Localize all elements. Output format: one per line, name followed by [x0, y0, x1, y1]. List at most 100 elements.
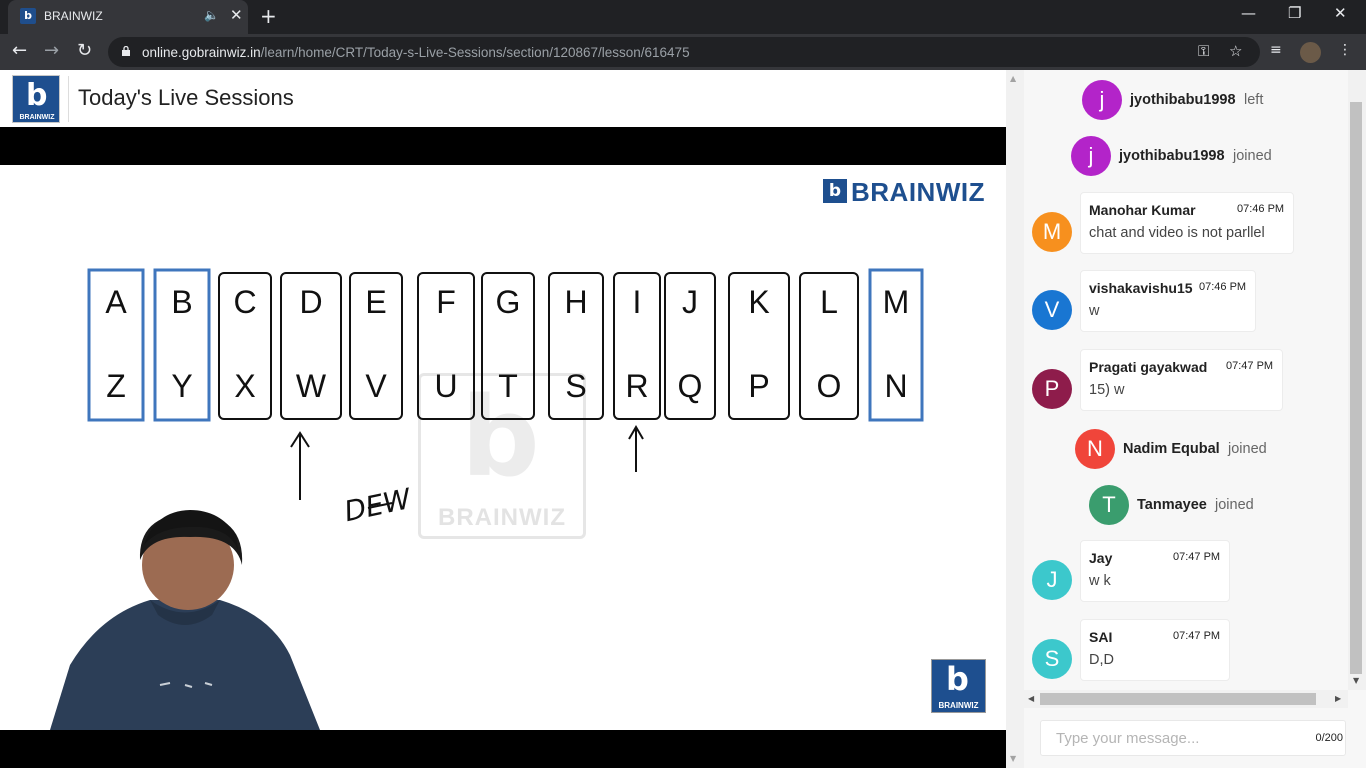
system-event-name: jyothibabu1998	[1130, 92, 1236, 108]
corner-logo-text: BRAINWIZ	[938, 701, 979, 710]
playlist-icon[interactable]: ≡	[1270, 42, 1282, 58]
letter-bottom: Y	[171, 368, 192, 404]
letter-bottom: N	[884, 368, 907, 404]
user-avatar[interactable]: j	[1071, 136, 1111, 176]
corner-logo-letter: b	[946, 660, 969, 698]
letter-top: A	[105, 284, 127, 320]
chat-message-bubble: vishakavishu15 07:46 PM w	[1080, 270, 1256, 332]
scroll-down-icon[interactable]: ▼	[1010, 754, 1016, 763]
arrow-under-i	[628, 425, 644, 472]
page-title: Today's Live Sessions	[78, 85, 294, 110]
chat-hscroll-thumb[interactable]	[1040, 693, 1316, 705]
window-close-icon[interactable]: ✕	[1334, 4, 1347, 22]
letter-bottom: S	[565, 368, 586, 404]
message-author: SAI	[1089, 629, 1113, 645]
profile-avatar[interactable]	[1300, 42, 1321, 63]
letter-bottom: U	[434, 368, 457, 404]
user-avatar[interactable]: M	[1032, 212, 1072, 252]
url-text[interactable]: online.gobrainwiz.in/learn/home/CRT/Toda…	[142, 45, 690, 60]
whiteboard: b BRAINWIZ b BRAINWIZ A Z B Y C X D W E V F U G T H S I R…	[0, 165, 1006, 730]
logo-text: BRAINWIZ	[19, 114, 55, 121]
system-event-name: Nadim Equbal	[1123, 441, 1220, 457]
user-avatar[interactable]: S	[1032, 639, 1072, 679]
browser-tab[interactable]: b BRAINWIZ 🔈 ✕	[8, 0, 248, 34]
brainwiz-favicon-icon: b	[20, 8, 36, 24]
letter-top: M	[883, 284, 910, 320]
user-avatar[interactable]: P	[1032, 369, 1072, 409]
close-tab-icon[interactable]: ✕	[230, 6, 243, 24]
chat-vertical-scrollbar[interactable]: ▼	[1348, 70, 1366, 690]
letter-bottom: X	[234, 368, 255, 404]
chat-message-bubble: Manohar Kumar 07:46 PM chat and video is n…	[1080, 192, 1294, 254]
letter-top: B	[171, 284, 192, 320]
scroll-right-icon[interactable]: ▶	[1335, 694, 1341, 703]
browser-titlebar: b BRAINWIZ 🔈 ✕ + — ❐ ✕	[0, 0, 1366, 34]
system-event-status: joined	[1233, 148, 1272, 164]
letter-top: I	[633, 284, 642, 320]
message-text: w	[1089, 303, 1100, 319]
letter-top: E	[365, 284, 386, 320]
star-icon[interactable]: ☆	[1229, 42, 1242, 60]
message-time: 07:46 PM	[1199, 281, 1247, 293]
back-arrow-icon[interactable]: ←	[12, 40, 27, 61]
message-time: 07:47 PM	[1173, 630, 1221, 642]
page-header: b BRAINWIZ Today's Live Sessions	[0, 70, 1006, 127]
chat-scroll-down-icon[interactable]: ▼	[1353, 676, 1359, 685]
address-bar[interactable]: online.gobrainwiz.in/learn/home/CRT/Toda…	[108, 37, 1260, 67]
chat-scroll-thumb[interactable]	[1350, 102, 1362, 674]
message-time: 07:47 PM	[1173, 551, 1221, 563]
header-divider	[68, 76, 69, 122]
chat-message-bubble: SAI 07:47 PM D,D	[1080, 619, 1230, 681]
letter-top: L	[820, 284, 838, 320]
logo-letter: b	[26, 78, 48, 113]
arrow-under-d	[290, 431, 310, 500]
corner-logo: b BRAINWIZ	[931, 659, 986, 713]
letter-bottom: V	[365, 368, 387, 404]
restore-icon[interactable]: ❐	[1288, 4, 1301, 22]
lock-icon	[122, 46, 130, 56]
chat-panel: j jyothibabu1998 left j jyothibabu1998 joined…	[1024, 70, 1366, 768]
more-vert-icon[interactable]: ⋮	[1338, 42, 1352, 58]
letter-bottom: W	[296, 368, 327, 404]
user-avatar[interactable]: V	[1032, 290, 1072, 330]
message-author: vishakavishu15	[1089, 280, 1193, 296]
page: b BRAINWIZ Today's Live Sessions b BRAIN…	[0, 70, 1366, 768]
system-event-status: joined	[1215, 497, 1254, 513]
letter-top: H	[564, 284, 587, 320]
new-tab-icon[interactable]: +	[260, 4, 277, 28]
scroll-up-icon[interactable]: ▲	[1010, 74, 1016, 83]
message-text: 15) w	[1089, 382, 1125, 398]
letter-bottom: P	[748, 368, 769, 404]
message-composer: 0/200	[1040, 720, 1346, 756]
url-path: /learn/home/CRT/Today-s-Live-Sessions/se…	[260, 45, 690, 60]
forward-arrow-icon[interactable]: →	[44, 40, 59, 61]
chat-horizontal-scrollbar[interactable]: ◀ ▶	[1024, 690, 1348, 708]
user-avatar[interactable]: j	[1082, 80, 1122, 120]
message-author: Manohar Kumar	[1089, 202, 1196, 218]
message-input[interactable]	[1041, 721, 1301, 755]
key-icon[interactable]: ⚿	[1198, 42, 1209, 60]
chat-message-bubble: Pragati gayakwad 07:47 PM 15) w	[1080, 349, 1283, 411]
page-scrollbar[interactable]: ▲ ▼	[1006, 70, 1024, 768]
system-event-status: left	[1244, 92, 1264, 108]
chat-message-list[interactable]: j jyothibabu1998 left j jyothibabu1998 joined…	[1024, 70, 1348, 690]
user-avatar[interactable]: T	[1089, 485, 1129, 525]
scroll-left-icon[interactable]: ◀	[1028, 694, 1034, 703]
letter-bottom: O	[817, 368, 842, 404]
letter-bottom: R	[625, 368, 648, 404]
brainwiz-logo[interactable]: b BRAINWIZ	[12, 75, 60, 123]
reload-icon[interactable]: ↻	[77, 40, 92, 61]
chat-message-bubble: Jay 07:47 PM w k	[1080, 540, 1230, 602]
message-author: Pragati gayakwad	[1089, 359, 1208, 375]
user-avatar[interactable]: N	[1075, 429, 1115, 469]
letter-top: C	[233, 284, 256, 320]
user-avatar[interactable]: J	[1032, 560, 1072, 600]
minimize-icon[interactable]: —	[1241, 4, 1256, 22]
letter-bottom: Z	[106, 368, 126, 404]
system-event-name: Tanmayee	[1137, 497, 1207, 513]
letter-bottom: Q	[678, 368, 703, 404]
speaker-icon[interactable]: 🔈	[204, 8, 219, 22]
letter-top: K	[748, 284, 769, 320]
video-player[interactable]: b BRAINWIZ b BRAINWIZ A Z B Y C X D W E V F U G T H S I R…	[0, 127, 1006, 768]
message-time: 07:47 PM	[1226, 360, 1274, 372]
